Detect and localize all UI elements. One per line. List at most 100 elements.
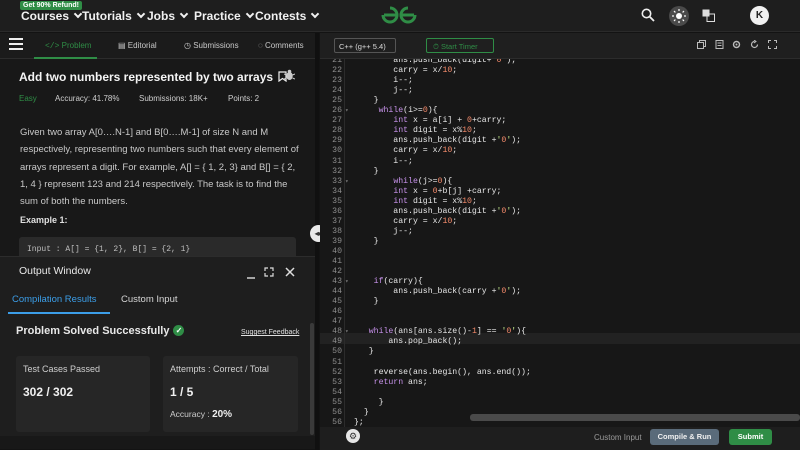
nav-tutorials[interactable]: Tutorials [82,9,146,23]
custom-input-button[interactable]: Custom Input [594,433,642,442]
nav-tutorials-label: Tutorials [82,9,132,23]
code-text: if(carry){ [373,277,423,287]
code-line[interactable]: 23 i--; [320,76,800,86]
line-number: 22 [332,66,342,76]
test-cases-label: Test Cases Passed [23,364,101,374]
accuracy-line: Accuracy : 20% [170,409,232,420]
submit-button[interactable]: Submit [729,429,772,445]
code-line[interactable]: 45 } [320,297,800,307]
code-line[interactable]: 31 i--; [320,157,800,167]
code-line[interactable]: 54 [320,388,800,398]
code-line[interactable]: 37 carry = x/10; [320,217,800,227]
test-cases-value: 302 / 302 [23,385,74,399]
tab-problem[interactable]: </> Problem [45,41,91,51]
nav-practice[interactable]: Practice [194,9,254,23]
code-line[interactable]: 41 [320,257,800,267]
points-stat: Points: 2 [228,94,260,103]
code-text: int digit = x%10; [393,196,477,206]
line-number: 29 [332,136,342,146]
test-cases-card: Test Cases Passed 302 / 302 [16,356,150,432]
tab-editorial[interactable]: ▤ Editorial [118,41,157,50]
tab-comments[interactable]: ◌ Comments [258,41,304,50]
code-line[interactable]: 43 ▾ if(carry){ [320,277,800,287]
code-line[interactable]: 39 } [320,237,800,247]
code-line[interactable]: 29 ans.push_back(digit +'0'); [320,136,800,146]
line-number: 48 [332,327,342,337]
reset-icon[interactable] [750,40,759,49]
nav-courses[interactable]: Courses [21,9,83,23]
code-text: carry = x/10; [354,216,458,226]
code-line[interactable]: 34 int x = 0+b[j] +carry; [320,187,800,197]
code-line[interactable]: 53 return ans; [320,378,800,388]
page-title: Add two numbers represented by two array… [19,70,288,84]
tab-custom-input[interactable]: Custom Input [121,294,178,305]
editor-horizontal-scrollbar[interactable] [470,414,800,421]
output-scrollbar[interactable] [310,323,314,435]
code-line[interactable]: 50 } [320,347,800,357]
status-message: Problem Solved Successfully ✓ [16,325,185,337]
avatar[interactable]: K [750,6,769,25]
code-editor[interactable]: 21 ans.push_back(digit+'0'); 22 carry = x… [320,59,800,427]
line-number: 45 [332,297,342,307]
code-line[interactable]: 49 ans.pop_back(); [320,337,800,347]
settings-icon[interactable]: ⚙ [346,429,360,443]
problem-tabbar: </> Problem ▤ Editorial ◷ Submissions ◌ … [0,33,315,59]
code-line[interactable]: 44 ans.push_back(carry +'0'); [320,287,800,297]
code-line[interactable]: 33 ▾ while(j>=0){ [320,177,800,187]
code-line[interactable]: 40 [320,247,800,257]
status-text: Problem Solved Successfully [16,325,170,337]
close-icon[interactable] [285,267,295,277]
start-timer-button[interactable]: ⏱ Start Timer [426,38,494,53]
fold-arrow-icon[interactable]: ▾ [345,327,349,337]
code-line[interactable]: 55 } [320,398,800,408]
tab-submissions[interactable]: ◷ Submissions [184,41,239,50]
line-number: 53 [332,377,342,387]
fold-arrow-icon[interactable]: ▾ [345,106,349,116]
code-line[interactable]: 51 [320,358,800,368]
code-line[interactable]: 36 ans.push_back(digit +'0'); [320,207,800,217]
code-line[interactable]: 35 int digit = x%10; [320,197,800,207]
nav-jobs[interactable]: Jobs [147,9,189,23]
code-line[interactable]: 32 } [320,167,800,177]
code-line[interactable]: 48 ▾ while(ans[ans.size()-1] == '0'){ [320,327,800,337]
compile-run-button[interactable]: Compile & Run [650,429,719,445]
code-line[interactable]: 24 j--; [320,86,800,96]
menu-icon[interactable] [9,38,23,50]
suggest-feedback-link[interactable]: Suggest Feedback [241,329,299,336]
expand-icon[interactable] [264,267,274,277]
fullscreen-icon[interactable] [768,40,777,49]
code-line[interactable]: 27 int x = a[i] + 0+carry; [320,116,800,126]
translate-icon[interactable] [702,9,715,22]
code-line[interactable]: 25 } [320,96,800,106]
fold-arrow-icon[interactable]: ▾ [345,277,349,287]
code-line[interactable]: 47 [320,317,800,327]
code-text: ans.push_back(digit +'0'); [354,136,522,146]
editor-gutter-divider [344,59,345,427]
code-line[interactable]: 42 [320,267,800,277]
code-line[interactable]: 26 ▾ while(i>=0){ [320,106,800,116]
code-line[interactable]: 28 int digit = x%10; [320,126,800,136]
code-line[interactable]: 52 reverse(ans.begin(), ans.end()); [320,368,800,378]
editor-bottom-bar [320,427,800,450]
minimize-icon[interactable] [246,269,256,279]
comment-icon: ◌ [258,41,263,50]
bug-report-icon[interactable] [284,69,295,81]
gear-icon[interactable] [732,40,741,49]
theme-toggle[interactable] [669,6,689,26]
gfg-logo[interactable] [380,4,418,26]
code-line[interactable]: 21 ans.push_back(digit+'0'); [320,59,800,66]
code-line[interactable]: 46 [320,307,800,317]
language-select[interactable]: C++ (g++ 5.4) [334,38,396,53]
code-line[interactable]: 38 j--; [320,227,800,237]
code-line[interactable]: 30 carry = x/10; [320,146,800,156]
fold-arrow-icon[interactable]: ▾ [345,177,349,187]
output-window-title: Output Window [19,265,91,277]
document-icon[interactable] [715,40,724,49]
line-number: 52 [332,367,342,377]
code-line[interactable]: 22 carry = x/10; [320,66,800,76]
copy-icon[interactable] [697,40,706,49]
tab-compilation-results[interactable]: Compilation Results [12,294,96,305]
code-icon: </> [45,42,60,51]
nav-contests[interactable]: Contests [255,9,320,23]
search-icon[interactable] [641,8,655,22]
